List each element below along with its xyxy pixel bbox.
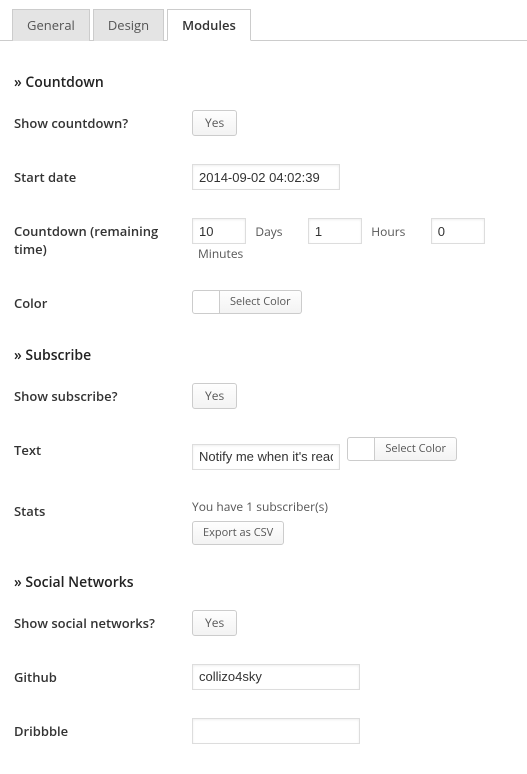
toggle-show-countdown[interactable]: Yes	[192, 110, 237, 136]
input-hours[interactable]	[308, 218, 362, 244]
stats-text: You have 1 subscriber(s)	[192, 498, 513, 515]
label-days: Days	[255, 223, 282, 240]
color-swatch-countdown[interactable]	[192, 290, 220, 314]
section-title-social: » Social Networks	[14, 573, 513, 592]
label-hours: Hours	[371, 223, 405, 240]
tabs-bar: General Design Modules	[0, 0, 527, 41]
section-title-countdown: » Countdown	[14, 73, 513, 92]
section-title-subscribe: » Subscribe	[14, 346, 513, 365]
toggle-show-social[interactable]: Yes	[192, 610, 237, 636]
toggle-show-subscribe[interactable]: Yes	[192, 383, 237, 409]
label-dribbble: Dribbble	[14, 718, 192, 740]
input-subscribe-text[interactable]	[192, 444, 340, 470]
label-remaining-time: Countdown (remaining time)	[14, 218, 192, 258]
tab-general[interactable]: General	[12, 9, 90, 41]
select-color-countdown-button[interactable]: Select Color	[220, 290, 302, 314]
label-show-countdown: Show countdown?	[14, 110, 192, 132]
input-start-date[interactable]	[192, 164, 340, 190]
select-color-subscribe-button[interactable]: Select Color	[375, 437, 457, 461]
tab-design[interactable]: Design	[93, 9, 164, 41]
label-stats: Stats	[14, 498, 192, 520]
input-minutes[interactable]	[431, 218, 485, 244]
input-days[interactable]	[192, 218, 246, 244]
input-github[interactable]	[192, 664, 360, 690]
content: » Countdown Show countdown? Yes Start da…	[0, 41, 527, 774]
label-start-date: Start date	[14, 164, 192, 186]
tab-modules[interactable]: Modules	[167, 9, 251, 41]
input-dribbble[interactable]	[192, 718, 360, 744]
color-swatch-subscribe[interactable]	[347, 437, 375, 461]
label-show-social: Show social networks?	[14, 610, 192, 632]
label-show-subscribe: Show subscribe?	[14, 383, 192, 405]
export-csv-button[interactable]: Export as CSV	[192, 521, 284, 545]
label-countdown-color: Color	[14, 290, 192, 312]
label-minutes: Minutes	[198, 245, 243, 262]
label-github: Github	[14, 664, 192, 686]
label-subscribe-text: Text	[14, 437, 192, 459]
